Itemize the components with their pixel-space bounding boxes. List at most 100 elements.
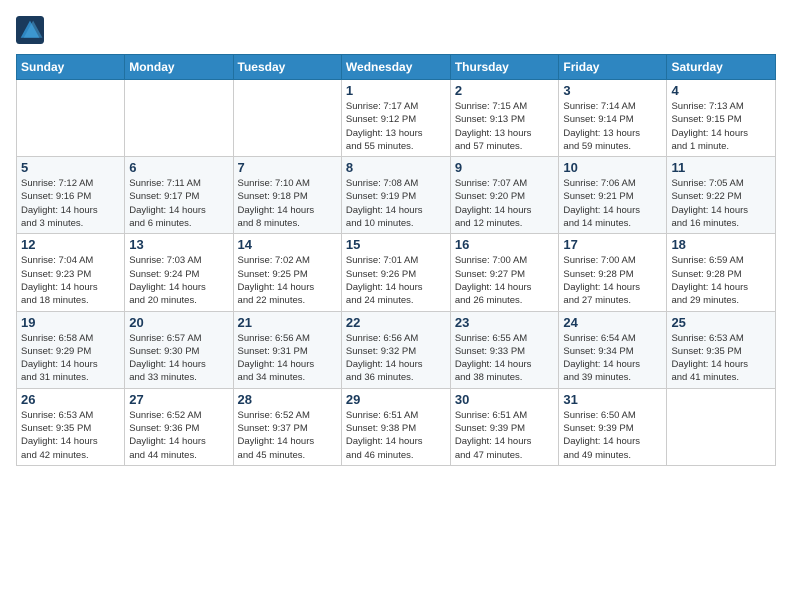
day-info: Sunrise: 6:56 AM Sunset: 9:32 PM Dayligh… xyxy=(346,332,446,385)
day-info: Sunrise: 6:51 AM Sunset: 9:38 PM Dayligh… xyxy=(346,409,446,462)
calendar-cell: 28Sunrise: 6:52 AM Sunset: 9:37 PM Dayli… xyxy=(233,388,341,465)
day-number: 22 xyxy=(346,315,446,330)
calendar-cell: 17 Sunrise: 7:00 AM Sunset: 9:28 PM Dayli… xyxy=(559,234,667,311)
day-info: Sunrise: 6:55 AM Sunset: 9:33 PM Dayligh… xyxy=(455,332,555,385)
calendar-cell xyxy=(233,80,341,157)
day-number: 25 xyxy=(671,315,771,330)
day-number: 7 xyxy=(238,160,337,175)
calendar-cell: 27 Sunrise: 6:52 AM Sunset: 9:36 PM Dayli… xyxy=(125,388,233,465)
logo-icon xyxy=(16,16,44,44)
day-info: Sunrise: 7:11 AM Sunset: 9:17 PM Dayligh… xyxy=(129,177,228,230)
calendar-week-row: 5 Sunrise: 7:12 AM Sunset: 9:16 PM Daylig… xyxy=(17,157,776,234)
calendar-cell: 2Sunrise: 7:15 AM Sunset: 9:13 PM Daylig… xyxy=(450,80,559,157)
weekday-header: Monday xyxy=(125,55,233,80)
calendar-cell: 19Sunrise: 6:58 AM Sunset: 9:29 PM Dayli… xyxy=(17,311,125,388)
day-number: 18 xyxy=(671,237,771,252)
calendar-cell: 21 Sunrise: 6:56 AM Sunset: 9:31 PM Dayli… xyxy=(233,311,341,388)
page-header xyxy=(16,16,776,44)
day-info: Sunrise: 6:54 AM Sunset: 9:34 PM Dayligh… xyxy=(563,332,662,385)
day-number: 14 xyxy=(238,237,337,252)
calendar-cell: 26Sunrise: 6:53 AM Sunset: 9:35 PM Dayli… xyxy=(17,388,125,465)
calendar-cell: 6 Sunrise: 7:11 AM Sunset: 9:17 PM Daylig… xyxy=(125,157,233,234)
calendar: SundayMondayTuesdayWednesdayThursdayFrid… xyxy=(16,54,776,466)
calendar-week-row: 1 Sunrise: 7:17 AM Sunset: 9:12 PM Daylig… xyxy=(17,80,776,157)
day-info: Sunrise: 7:03 AM Sunset: 9:24 PM Dayligh… xyxy=(129,254,228,307)
calendar-week-row: 19Sunrise: 6:58 AM Sunset: 9:29 PM Dayli… xyxy=(17,311,776,388)
calendar-cell: 8 Sunrise: 7:08 AM Sunset: 9:19 PM Daylig… xyxy=(341,157,450,234)
day-info: Sunrise: 6:57 AM Sunset: 9:30 PM Dayligh… xyxy=(129,332,228,385)
day-number: 31 xyxy=(563,392,662,407)
day-info: Sunrise: 6:56 AM Sunset: 9:31 PM Dayligh… xyxy=(238,332,337,385)
calendar-cell: 4 Sunrise: 7:13 AM Sunset: 9:15 PM Daylig… xyxy=(667,80,776,157)
day-number: 27 xyxy=(129,392,228,407)
day-info: Sunrise: 7:06 AM Sunset: 9:21 PM Dayligh… xyxy=(563,177,662,230)
day-number: 30 xyxy=(455,392,555,407)
day-number: 29 xyxy=(346,392,446,407)
day-info: Sunrise: 6:53 AM Sunset: 9:35 PM Dayligh… xyxy=(671,332,771,385)
day-number: 26 xyxy=(21,392,120,407)
calendar-cell: 22 Sunrise: 6:56 AM Sunset: 9:32 PM Dayli… xyxy=(341,311,450,388)
day-number: 5 xyxy=(21,160,120,175)
calendar-cell: 30Sunrise: 6:51 AM Sunset: 9:39 PM Dayli… xyxy=(450,388,559,465)
calendar-cell xyxy=(17,80,125,157)
calendar-cell: 25 Sunrise: 6:53 AM Sunset: 9:35 PM Dayli… xyxy=(667,311,776,388)
calendar-cell xyxy=(125,80,233,157)
day-info: Sunrise: 7:12 AM Sunset: 9:16 PM Dayligh… xyxy=(21,177,120,230)
day-number: 24 xyxy=(563,315,662,330)
weekday-header: Saturday xyxy=(667,55,776,80)
calendar-cell: 13 Sunrise: 7:03 AM Sunset: 9:24 PM Dayli… xyxy=(125,234,233,311)
day-number: 1 xyxy=(346,83,446,98)
day-info: Sunrise: 7:00 AM Sunset: 9:27 PM Dayligh… xyxy=(455,254,555,307)
weekday-header: Wednesday xyxy=(341,55,450,80)
weekday-header: Sunday xyxy=(17,55,125,80)
calendar-cell: 20 Sunrise: 6:57 AM Sunset: 9:30 PM Dayli… xyxy=(125,311,233,388)
day-info: Sunrise: 7:01 AM Sunset: 9:26 PM Dayligh… xyxy=(346,254,446,307)
day-number: 13 xyxy=(129,237,228,252)
day-info: Sunrise: 7:08 AM Sunset: 9:19 PM Dayligh… xyxy=(346,177,446,230)
calendar-cell: 5 Sunrise: 7:12 AM Sunset: 9:16 PM Daylig… xyxy=(17,157,125,234)
day-number: 23 xyxy=(455,315,555,330)
calendar-cell: 23 Sunrise: 6:55 AM Sunset: 9:33 PM Dayli… xyxy=(450,311,559,388)
day-number: 28 xyxy=(238,392,337,407)
day-info: Sunrise: 7:10 AM Sunset: 9:18 PM Dayligh… xyxy=(238,177,337,230)
day-number: 4 xyxy=(671,83,771,98)
calendar-cell: 12Sunrise: 7:04 AM Sunset: 9:23 PM Dayli… xyxy=(17,234,125,311)
day-info: Sunrise: 6:59 AM Sunset: 9:28 PM Dayligh… xyxy=(671,254,771,307)
day-number: 20 xyxy=(129,315,228,330)
calendar-cell: 10Sunrise: 7:06 AM Sunset: 9:21 PM Dayli… xyxy=(559,157,667,234)
calendar-cell: 24 Sunrise: 6:54 AM Sunset: 9:34 PM Dayli… xyxy=(559,311,667,388)
day-info: Sunrise: 7:00 AM Sunset: 9:28 PM Dayligh… xyxy=(563,254,662,307)
calendar-cell: 7 Sunrise: 7:10 AM Sunset: 9:18 PM Daylig… xyxy=(233,157,341,234)
calendar-cell: 1 Sunrise: 7:17 AM Sunset: 9:12 PM Daylig… xyxy=(341,80,450,157)
calendar-cell: 16Sunrise: 7:00 AM Sunset: 9:27 PM Dayli… xyxy=(450,234,559,311)
day-info: Sunrise: 7:13 AM Sunset: 9:15 PM Dayligh… xyxy=(671,100,771,153)
day-info: Sunrise: 7:07 AM Sunset: 9:20 PM Dayligh… xyxy=(455,177,555,230)
day-number: 11 xyxy=(671,160,771,175)
calendar-cell: 18 Sunrise: 6:59 AM Sunset: 9:28 PM Dayli… xyxy=(667,234,776,311)
calendar-cell: 14 Sunrise: 7:02 AM Sunset: 9:25 PM Dayli… xyxy=(233,234,341,311)
day-number: 6 xyxy=(129,160,228,175)
calendar-cell: 11 Sunrise: 7:05 AM Sunset: 9:22 PM Dayli… xyxy=(667,157,776,234)
calendar-cell: 29 Sunrise: 6:51 AM Sunset: 9:38 PM Dayli… xyxy=(341,388,450,465)
day-info: Sunrise: 6:52 AM Sunset: 9:36 PM Dayligh… xyxy=(129,409,228,462)
day-info: Sunrise: 7:05 AM Sunset: 9:22 PM Dayligh… xyxy=(671,177,771,230)
weekday-header: Thursday xyxy=(450,55,559,80)
weekday-header: Tuesday xyxy=(233,55,341,80)
calendar-cell xyxy=(667,388,776,465)
day-info: Sunrise: 6:58 AM Sunset: 9:29 PM Dayligh… xyxy=(21,332,120,385)
day-number: 21 xyxy=(238,315,337,330)
day-number: 12 xyxy=(21,237,120,252)
day-number: 8 xyxy=(346,160,446,175)
calendar-week-row: 26Sunrise: 6:53 AM Sunset: 9:35 PM Dayli… xyxy=(17,388,776,465)
day-info: Sunrise: 7:17 AM Sunset: 9:12 PM Dayligh… xyxy=(346,100,446,153)
weekday-header: Friday xyxy=(559,55,667,80)
day-number: 17 xyxy=(563,237,662,252)
calendar-cell: 15Sunrise: 7:01 AM Sunset: 9:26 PM Dayli… xyxy=(341,234,450,311)
logo xyxy=(16,16,48,44)
calendar-cell: 31 Sunrise: 6:50 AM Sunset: 9:39 PM Dayli… xyxy=(559,388,667,465)
day-number: 3 xyxy=(563,83,662,98)
day-number: 2 xyxy=(455,83,555,98)
calendar-week-row: 12Sunrise: 7:04 AM Sunset: 9:23 PM Dayli… xyxy=(17,234,776,311)
day-info: Sunrise: 6:50 AM Sunset: 9:39 PM Dayligh… xyxy=(563,409,662,462)
day-info: Sunrise: 7:02 AM Sunset: 9:25 PM Dayligh… xyxy=(238,254,337,307)
